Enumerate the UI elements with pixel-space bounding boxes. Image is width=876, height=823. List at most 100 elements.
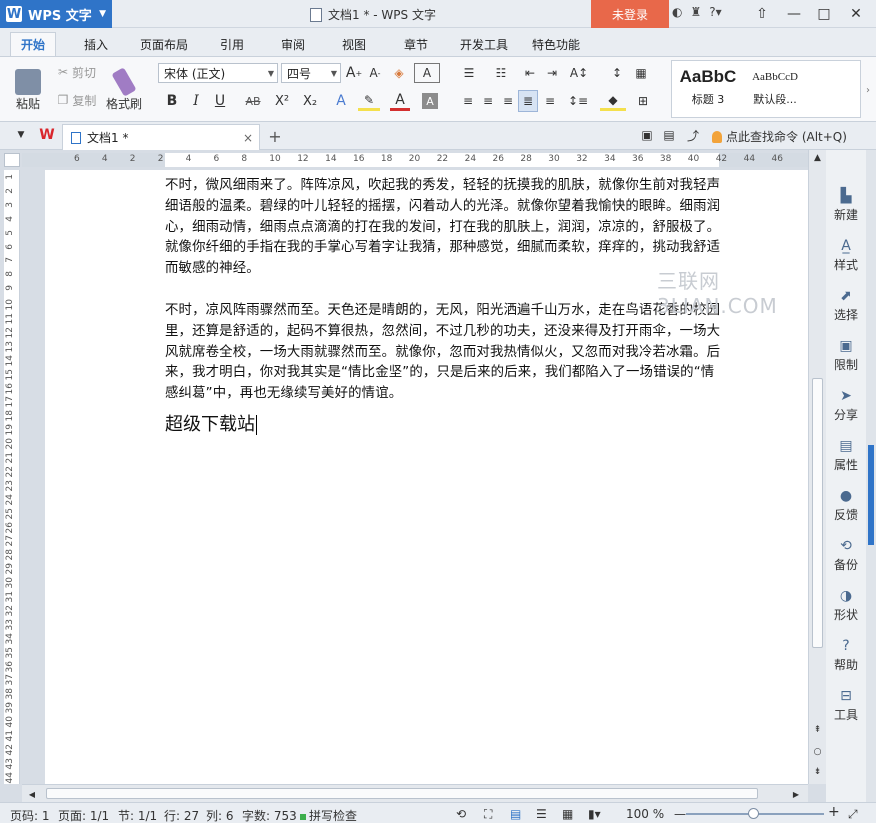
browse-object-icon[interactable]: ○: [812, 746, 823, 758]
style-default-paragraph[interactable]: AaBbCcD 默认段...: [742, 71, 808, 107]
bullets-icon[interactable]: ☰: [456, 63, 482, 83]
page-view-icon[interactable]: ▤: [510, 807, 521, 821]
zoom-in-button[interactable]: +: [828, 804, 840, 820]
decrease-indent-icon[interactable]: ⇤: [520, 63, 540, 83]
tab-references[interactable]: 引用: [210, 32, 254, 56]
help-icon[interactable]: ?▾: [709, 5, 721, 19]
character-border-icon[interactable]: A: [414, 63, 440, 83]
shirt-icon[interactable]: ♜: [690, 5, 701, 19]
sidebar-item-style[interactable]: A̲ 样式: [826, 238, 866, 273]
sidebar-item-backup[interactable]: ⟲ 备份: [826, 538, 866, 573]
increase-indent-icon[interactable]: ⇥: [542, 63, 562, 83]
vertical-scroll-thumb[interactable]: [812, 378, 823, 648]
font-name-select[interactable]: 宋体 (正文) ▼: [158, 63, 278, 83]
status-page-code[interactable]: 页码: 1: [10, 807, 50, 823]
history-icon[interactable]: ▣: [640, 128, 654, 142]
new-tab-button[interactable]: +: [266, 126, 284, 146]
spellcheck-toggle[interactable]: 拼写检查: [300, 807, 357, 823]
strikethrough-button[interactable]: AB: [242, 91, 264, 111]
prev-page-icon[interactable]: ⇞: [812, 724, 823, 736]
align-left-icon[interactable]: ≡: [460, 91, 476, 111]
share-icon[interactable]: ⤴: [686, 128, 700, 143]
find-command-box[interactable]: 点此查找命令 (Alt+Q): [712, 128, 847, 145]
zoom-out-button[interactable]: —: [674, 807, 686, 821]
cut-button[interactable]: ✂ 剪切: [52, 63, 102, 81]
status-section[interactable]: 节: 1/1: [118, 807, 157, 823]
document-page[interactable]: 不时，微风细雨来了。阵阵凉风，吹起我的秀发，轻轻的抚摸我的肌肤，就像你生前对我轻…: [45, 170, 808, 784]
tab-view[interactable]: 视图: [332, 32, 376, 56]
paste-button[interactable]: 粘贴: [10, 62, 46, 118]
task-pane-collapse-bar[interactable]: [866, 150, 876, 802]
vertical-ruler[interactable]: 1 2 3 4 5 6 7 8 9 10 11 12 13 14 15 16 17 18 19 20 21 22 23 24 2…: [4, 170, 20, 784]
close-button[interactable]: ✕: [840, 0, 872, 28]
history-icon[interactable]: ⟲: [456, 807, 466, 821]
reading-view-icon[interactable]: ▮▾: [588, 807, 601, 821]
font-size-select[interactable]: 四号 ▼: [281, 63, 341, 83]
login-button[interactable]: 未登录: [591, 0, 669, 28]
minimize-button[interactable]: —: [778, 0, 810, 28]
style-heading3[interactable]: AaBbC 标题 3: [676, 67, 740, 107]
zoom-slider-handle[interactable]: [748, 808, 759, 819]
tab-home[interactable]: 开始: [10, 32, 57, 56]
wps-app-menu-button[interactable]: W WPS 文字 ▼: [0, 0, 112, 28]
task-pane-toggle[interactable]: [868, 445, 874, 545]
web-view-icon[interactable]: ▦: [562, 807, 573, 821]
paragraph-2[interactable]: 不时，凉风阵雨骤然而至。天色还是晴朗的，无风，阳光洒遍千山万水，走在鸟语花香的校…: [165, 301, 721, 405]
scroll-left-icon[interactable]: ◀: [26, 788, 38, 800]
full-screen-icon[interactable]: ⛶: [484, 807, 492, 822]
table-icon[interactable]: ▦: [632, 63, 650, 83]
status-col[interactable]: 列: 6: [206, 807, 234, 823]
tab-insert[interactable]: 插入: [74, 32, 118, 56]
subscript-button[interactable]: X₂: [300, 91, 320, 111]
layout-icon[interactable]: ▤: [662, 128, 676, 142]
clear-format-icon[interactable]: ◈: [390, 63, 408, 83]
close-tab-icon[interactable]: ×: [243, 131, 253, 145]
italic-button[interactable]: I: [188, 91, 204, 111]
sidebar-item-new[interactable]: ▙ 新建: [826, 188, 866, 223]
sidebar-item-shapes[interactable]: ◑ 形状: [826, 588, 866, 623]
format-painter-button[interactable]: 格式刷: [104, 62, 144, 118]
skin-icon[interactable]: ◐: [672, 5, 682, 19]
vertical-scrollbar[interactable]: ▲ ⇞ ○ ⇟: [808, 150, 826, 784]
align-center-icon[interactable]: ≡: [480, 91, 496, 111]
chevron-down-icon[interactable]: ▼: [14, 128, 28, 142]
scroll-up-icon[interactable]: ▲: [812, 152, 823, 164]
sidebar-item-tools[interactable]: ⊟ 工具: [826, 688, 866, 723]
shrink-font-icon[interactable]: A-: [366, 63, 384, 83]
status-pages[interactable]: 页面: 1/1: [58, 807, 109, 823]
line-spacing-icon[interactable]: ↕≡: [566, 91, 590, 111]
font-color-icon[interactable]: A: [390, 91, 410, 111]
highlight-icon[interactable]: ✎: [358, 91, 380, 111]
document-tab[interactable]: 文档1 * ×: [62, 124, 260, 150]
next-page-icon[interactable]: ⇟: [812, 766, 823, 778]
text-effect-icon[interactable]: A: [330, 91, 352, 111]
tab-page-layout[interactable]: 页面布局: [130, 32, 198, 56]
zoom-level[interactable]: 100 %: [626, 807, 664, 821]
numbering-icon[interactable]: ☷: [488, 63, 514, 83]
restore-ribbon-icon[interactable]: ⇧: [746, 0, 778, 28]
ruler-corner-icon[interactable]: [4, 153, 20, 167]
horizontal-ruler[interactable]: 6 4 2 2 4 6 8 10 12 14 16 18 20 22 24 26 28 30 32 34 36 38 40 4…: [22, 153, 808, 167]
align-right-icon[interactable]: ≡: [500, 91, 516, 111]
sidebar-item-select[interactable]: ⬈ 选择: [826, 288, 866, 323]
sidebar-item-help[interactable]: ? 帮助: [826, 638, 866, 673]
maximize-button[interactable]: □: [808, 0, 840, 28]
sidebar-item-properties[interactable]: ▤ 属性: [826, 438, 866, 473]
fit-window-icon[interactable]: ⤢: [848, 807, 858, 822]
sidebar-item-restrict[interactable]: ▣ 限制: [826, 338, 866, 373]
character-shading-icon[interactable]: A: [422, 93, 438, 109]
tab-special-features[interactable]: 特色功能: [522, 32, 590, 56]
sidebar-item-share[interactable]: ➤ 分享: [826, 388, 866, 423]
scroll-right-icon[interactable]: ▶: [790, 788, 802, 800]
bold-button[interactable]: B: [164, 91, 180, 111]
outline-view-icon[interactable]: ☰: [536, 807, 547, 821]
justify-icon[interactable]: ≣: [518, 90, 538, 112]
status-word-count[interactable]: 字数: 753: [242, 807, 297, 823]
status-row[interactable]: 行: 27: [164, 807, 199, 823]
chinese-layout-icon[interactable]: A↕: [566, 63, 592, 83]
paragraph-1[interactable]: 不时，微风细雨来了。阵阵凉风，吹起我的秀发，轻轻的抚摸我的肌肤，就像你生前对我轻…: [165, 176, 721, 280]
shading-icon[interactable]: ◆: [600, 91, 626, 111]
horizontal-scrollbar[interactable]: ◀ ▶: [22, 784, 808, 802]
paragraph-3[interactable]: 超级下载站: [165, 410, 257, 436]
grow-font-icon[interactable]: A +: [345, 63, 363, 83]
